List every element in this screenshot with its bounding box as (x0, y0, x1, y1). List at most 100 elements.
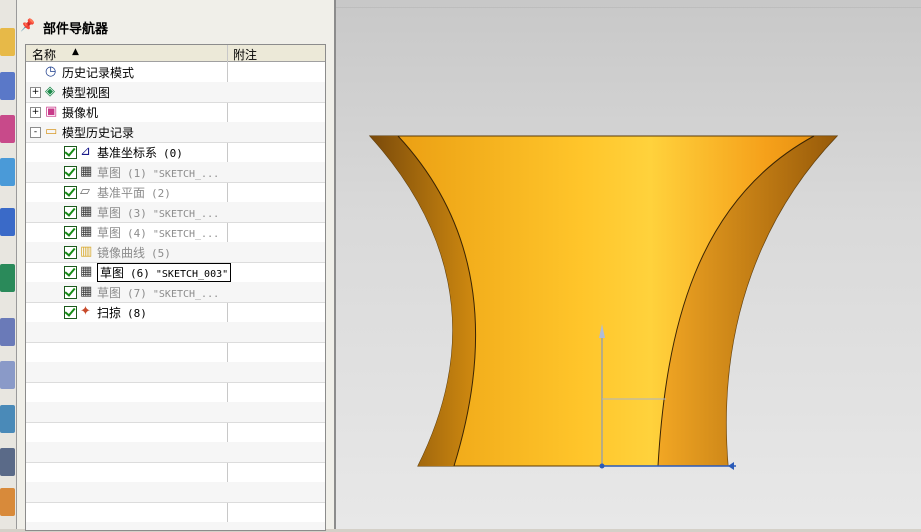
tree-row-name-cell: ▦ 草图 (7) "SKETCH_... (64, 284, 219, 301)
tree-row[interactable]: ▦ 草图 (1) "SKETCH_... (26, 162, 325, 183)
feature-number: (1) (127, 166, 147, 180)
system-scenes-icon[interactable] (0, 448, 15, 476)
visibility-checkbox[interactable] (64, 165, 77, 179)
assembly-navigator-icon[interactable] (0, 28, 15, 56)
feature-number: (2) (151, 186, 171, 200)
sketch-name: "SKETCH_003" (155, 268, 229, 280)
sketch-icon: ▦ (80, 284, 93, 299)
history-palette-icon[interactable] (0, 264, 15, 292)
viewport-divider (336, 7, 921, 8)
folder-icon: ▭ (45, 124, 58, 139)
sketch-icon: ▦ (80, 204, 93, 219)
part-navigator-panel: 📌 部件导航器 名称 ▲ 附注 ◷ 历史记录模式 + ◈ 模型视图 + ▣ 摄像机 - ▭ 模型历史… (17, 0, 336, 531)
feature-name: 模型视图 (62, 85, 111, 100)
collapse-icon[interactable]: - (30, 126, 41, 138)
feature-name: 基准坐标系 (97, 145, 158, 160)
user-icon[interactable] (0, 488, 15, 516)
feature-label[interactable]: 草图 (3) "SKETCH_... (97, 204, 219, 221)
visibility-checkbox[interactable] (64, 305, 77, 319)
feature-label[interactable]: 扫掠 (8) (97, 304, 147, 321)
tree-row[interactable]: ▦ 草图 (7) "SKETCH_... (26, 282, 325, 303)
clock-icon[interactable] (0, 318, 15, 346)
tree-row-name-cell: + ◈ 模型视图 (30, 84, 110, 101)
tree-row[interactable]: + ◈ 模型视图 (26, 82, 325, 103)
feature-name: 草图 (97, 285, 122, 300)
empty-row (26, 422, 325, 443)
feature-name: 草图 (97, 165, 122, 180)
feature-name: 草图 (100, 265, 125, 280)
datum-csys-icon: ⊿ (80, 144, 91, 159)
tree-row[interactable]: ◷ 历史记录模式 (26, 62, 325, 83)
feature-number: (0) (163, 146, 183, 160)
visibility-checkbox[interactable] (64, 205, 77, 219)
part-navigator-icon[interactable] (0, 115, 15, 143)
tree-row[interactable]: - ▭ 模型历史记录 (26, 122, 325, 143)
list-icon[interactable] (0, 361, 15, 389)
feature-name: 历史记录模式 (62, 65, 135, 80)
reuse-library-icon[interactable] (0, 158, 15, 186)
web-browser-icon[interactable] (0, 208, 15, 236)
pin-icon[interactable]: 📌 (20, 18, 35, 32)
feature-number: (8) (127, 306, 147, 320)
feature-label[interactable]: 草图 (1) "SKETCH_... (97, 164, 219, 181)
graphics-viewport[interactable] (336, 0, 921, 529)
sketch-name: "SKETCH_... (152, 168, 220, 180)
selected-feature-label[interactable]: 草图 (6) "SKETCH_003" (97, 262, 232, 282)
visibility-checkbox[interactable] (64, 265, 77, 279)
empty-row (26, 362, 325, 383)
feature-label[interactable]: 镜像曲线 (5) (97, 244, 171, 261)
tree-row[interactable]: ▦ 草图 (4) "SKETCH_... (26, 222, 325, 243)
feature-number: (7) (127, 286, 147, 300)
roles-icon[interactable] (0, 405, 15, 433)
sketch-name: "SKETCH_... (152, 228, 220, 240)
tree-row[interactable]: ✦ 扫掠 (8) (26, 302, 325, 323)
feature-label[interactable]: 基准平面 (2) (97, 184, 171, 201)
empty-row (26, 522, 325, 530)
feature-label[interactable]: 模型历史记录 (62, 124, 134, 141)
feature-label[interactable]: 草图 (4) "SKETCH_... (97, 224, 219, 241)
swept-icon: ✦ (80, 304, 91, 319)
tree-header: 名称 ▲ 附注 (26, 45, 325, 62)
tree-row[interactable]: ▦ 草图 (6) "SKETCH_003" (26, 262, 325, 283)
tree-row-name-cell: + ▣ 摄像机 (30, 104, 98, 121)
tree-row[interactable]: ⊿ 基准坐标系 (0) (26, 142, 325, 163)
visibility-checkbox[interactable] (64, 225, 77, 239)
feature-label[interactable]: 基准坐标系 (0) (97, 144, 183, 161)
visibility-checkbox[interactable] (64, 245, 77, 259)
empty-row (26, 482, 325, 503)
sketch-name: "SKETCH_... (152, 208, 220, 220)
feature-label[interactable]: 历史记录模式 (62, 64, 134, 81)
tree-row-name-cell: ▦ 草图 (3) "SKETCH_... (64, 204, 219, 221)
feature-number: (5) (151, 246, 171, 260)
tree-row-name-cell: ▦ 草图 (1) "SKETCH_... (64, 164, 219, 181)
tree-row[interactable]: ▥ 镜像曲线 (5) (26, 242, 325, 263)
tree-row[interactable]: ▱ 基准平面 (2) (26, 182, 325, 203)
expand-icon[interactable]: + (30, 86, 41, 98)
tree-row[interactable]: + ▣ 摄像机 (26, 102, 325, 123)
expand-icon[interactable]: + (30, 106, 41, 118)
column-header-note[interactable]: 附注 (233, 46, 257, 62)
model-view-icon: ◈ (45, 84, 55, 99)
empty-row (26, 462, 325, 483)
navigator-tree[interactable]: 名称 ▲ 附注 ◷ 历史记录模式 + ◈ 模型视图 + ▣ 摄像机 - ▭ 模型历史记录 ⊿ 基准坐标系… (25, 44, 326, 531)
empty-row (26, 322, 325, 343)
empty-row (26, 442, 325, 463)
sort-ascending-icon[interactable]: ▲ (72, 47, 79, 61)
constraint-navigator-icon[interactable] (0, 72, 15, 100)
camera-icon: ▣ (45, 104, 58, 119)
visibility-checkbox[interactable] (64, 185, 77, 199)
tree-row-name-cell: ◷ 历史记录模式 (30, 64, 134, 81)
empty-row (26, 402, 325, 423)
feature-label[interactable]: 模型视图 (62, 84, 110, 101)
visibility-checkbox[interactable] (64, 285, 77, 299)
tree-row-name-cell: ✦ 扫掠 (8) (64, 304, 147, 321)
visibility-checkbox[interactable] (64, 145, 77, 159)
feature-label[interactable]: 草图 (7) "SKETCH_... (97, 284, 219, 301)
feature-label[interactable]: 摄像机 (62, 104, 98, 121)
tree-row[interactable]: ▦ 草图 (3) "SKETCH_... (26, 202, 325, 223)
empty-row (26, 382, 325, 403)
feature-name: 扫掠 (97, 305, 122, 320)
panel-title: 📌 部件导航器 (20, 18, 109, 37)
column-header-name[interactable]: 名称 (32, 46, 56, 62)
tree-row-name-cell: ▦ 草图 (4) "SKETCH_... (64, 224, 219, 241)
